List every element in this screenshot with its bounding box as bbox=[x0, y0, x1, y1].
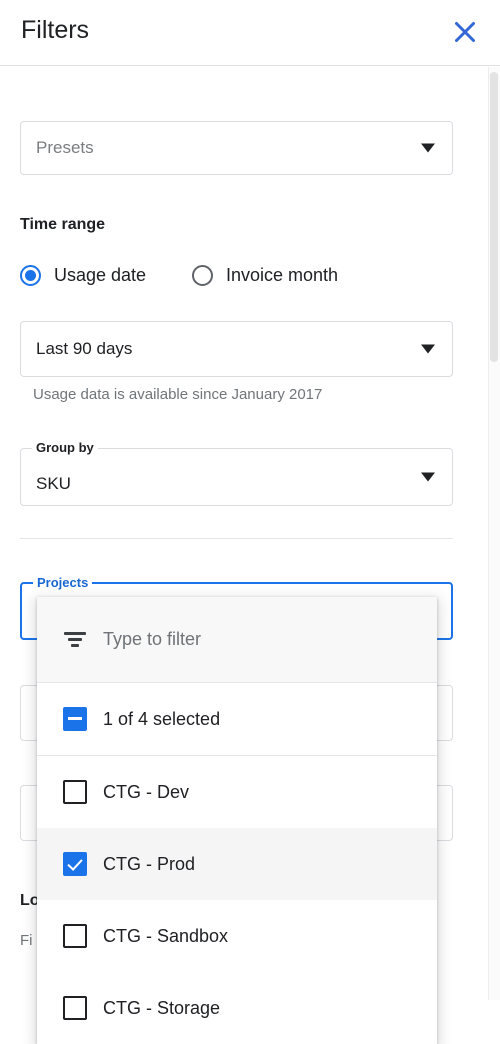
close-icon bbox=[452, 19, 478, 45]
time-range-label: Time range bbox=[20, 216, 106, 233]
checkbox-unchecked-icon[interactable] bbox=[63, 780, 87, 804]
radio-usage-date[interactable]: Usage date bbox=[20, 265, 146, 286]
usage-data-hint: Usage data is available since January 20… bbox=[33, 386, 323, 403]
chevron-down-icon bbox=[421, 344, 435, 354]
dropdown-option-label: CTG - Sandbox bbox=[103, 925, 229, 946]
group-by-select[interactable]: Group by SKU bbox=[20, 440, 453, 506]
dropdown-select-all-label: 1 of 4 selected bbox=[103, 708, 221, 729]
time-range-value: Last 90 days bbox=[36, 339, 133, 358]
dialog-header: Filters bbox=[0, 0, 500, 66]
radio-usage-date-label: Usage date bbox=[54, 265, 147, 285]
dropdown-option-label: CTG - Storage bbox=[103, 997, 221, 1018]
presets-select[interactable]: Presets bbox=[20, 121, 453, 175]
checkbox-unchecked-icon[interactable] bbox=[63, 924, 87, 948]
vertical-scrollbar[interactable] bbox=[488, 67, 500, 1000]
dropdown-option-label: CTG - Prod bbox=[103, 853, 196, 874]
dropdown-option-ctg-sandbox[interactable]: CTG - Sandbox bbox=[37, 900, 437, 972]
projects-dropdown-menu: Type to filter 1 of 4 selected CTG - Dev… bbox=[37, 597, 437, 1044]
dropdown-option-label: CTG - Dev bbox=[103, 781, 190, 802]
dropdown-filter-placeholder: Type to filter bbox=[103, 629, 202, 649]
dropdown-filter-input[interactable]: Type to filter bbox=[37, 597, 437, 683]
chevron-down-icon bbox=[421, 143, 435, 153]
locations-hint: Fi bbox=[20, 932, 33, 949]
scrollbar-thumb[interactable] bbox=[490, 72, 498, 362]
time-range-radio-group: Usage date Invoice month bbox=[20, 265, 440, 291]
dropdown-option-ctg-prod[interactable]: CTG - Prod bbox=[37, 828, 437, 900]
radio-unselected-icon bbox=[192, 265, 213, 286]
chevron-down-icon bbox=[421, 472, 435, 482]
page-title: Filters bbox=[21, 16, 90, 44]
presets-value: Presets bbox=[36, 138, 94, 157]
radio-selected-icon bbox=[20, 265, 41, 286]
radio-invoice-month-label: Invoice month bbox=[226, 265, 339, 285]
checkbox-checked-icon[interactable] bbox=[63, 852, 87, 876]
dropdown-option-ctg-dev[interactable]: CTG - Dev bbox=[37, 756, 437, 828]
dropdown-select-all-row[interactable]: 1 of 4 selected bbox=[37, 683, 437, 756]
time-range-select[interactable]: Last 90 days bbox=[20, 321, 453, 377]
checkbox-indeterminate-icon[interactable] bbox=[63, 707, 87, 731]
close-button[interactable] bbox=[447, 14, 483, 50]
dropdown-option-ctg-storage[interactable]: CTG - Storage bbox=[37, 972, 437, 1044]
projects-label: Projects bbox=[33, 575, 93, 590]
group-by-label: Group by bbox=[32, 440, 98, 455]
section-divider bbox=[20, 538, 453, 539]
group-by-value: SKU bbox=[36, 474, 71, 493]
filter-icon bbox=[64, 632, 86, 647]
radio-invoice-month[interactable]: Invoice month bbox=[192, 265, 338, 286]
